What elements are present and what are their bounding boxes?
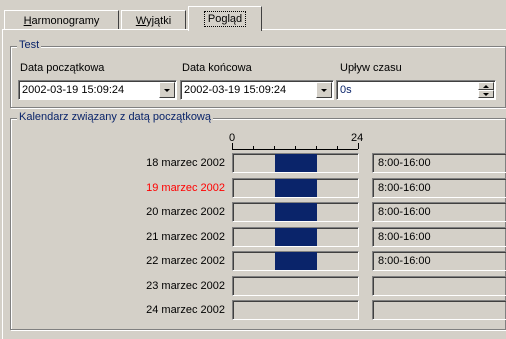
end-date-dropdown-button[interactable]: [316, 82, 332, 98]
tab-podglad-label: Pogląd: [203, 11, 247, 27]
elapsed-spinner[interactable]: 0s: [336, 80, 496, 100]
end-date-combo[interactable]: 2002-03-19 15:09:24: [180, 80, 334, 100]
tab-harmonogramy-label: Harmonogramy: [23, 14, 100, 27]
scale-tick: [295, 146, 296, 149]
calendar-row-hours: 8:00-16:00: [372, 227, 506, 247]
calendar-day-bar: [232, 178, 359, 198]
work-hours-fill: [275, 252, 317, 270]
work-hours-fill: [275, 154, 317, 172]
elapsed-value: 0s: [340, 84, 352, 96]
tab-wyjatki[interactable]: Wyjątki: [121, 10, 186, 30]
start-date-label: Data początkowa: [20, 62, 105, 74]
calendar-day-bar: [232, 300, 359, 320]
tab-wyjatki-label: Wyjątki: [135, 14, 172, 27]
calendar-row-hours: 8:00-16:00: [372, 178, 506, 198]
calendar-row-date: 20 marzec 2002: [146, 206, 225, 218]
calendar-row-hours: [372, 276, 506, 296]
spin-down-icon[interactable]: [478, 90, 494, 98]
calendar-row-date: 23 marzec 2002: [146, 280, 225, 292]
scale-tick: [232, 143, 233, 149]
start-date-dropdown-button[interactable]: [159, 82, 175, 98]
elapsed-spin-buttons[interactable]: [478, 82, 494, 98]
calendar-day-bar: [232, 276, 359, 296]
scale-tick: [358, 143, 359, 149]
calendar-row-hours: 8:00-16:00: [372, 202, 506, 222]
calendar-row-date: 21 marzec 2002: [146, 231, 225, 243]
test-group-title: Test: [17, 39, 42, 51]
start-date-combo[interactable]: 2002-03-19 15:09:24: [18, 80, 177, 100]
scale-tick: [274, 146, 275, 149]
spin-up-icon[interactable]: [478, 82, 494, 90]
calendar-row-date: 24 marzec 2002: [146, 304, 225, 316]
scale-tick: [253, 146, 254, 149]
calendar-row-date: 18 marzec 2002: [146, 157, 225, 169]
work-hours-fill: [275, 228, 317, 246]
calendar-row-hours: 8:00-16:00: [372, 153, 506, 173]
start-date-value: 2002-03-19 15:09:24: [22, 84, 125, 96]
calendar-row-date: 22 marzec 2002: [146, 255, 225, 267]
work-hours-fill: [275, 203, 317, 221]
calendar-row-hours: [372, 300, 506, 320]
calendar-row-date: 19 marzec 2002: [146, 182, 225, 194]
calendar-day-bar: [232, 251, 359, 271]
calendar-day-bar: [232, 153, 359, 173]
elapsed-label: Upływ czasu: [340, 62, 402, 74]
calendar-group-title: Kalendarz związany z datą początkową: [17, 111, 213, 123]
work-hours-fill: [275, 179, 317, 197]
chevron-down-icon: [321, 88, 327, 92]
end-date-value: 2002-03-19 15:09:24: [184, 84, 287, 96]
tab-podglad[interactable]: Pogląd: [188, 6, 262, 31]
tab-harmonogramy[interactable]: Harmonogramy: [4, 10, 119, 30]
calendar-day-bar: [232, 202, 359, 222]
scale-tick: [316, 146, 317, 149]
scale-tick: [337, 146, 338, 149]
time-scale-axis: [232, 149, 358, 150]
end-date-label: Data końcowa: [182, 62, 252, 74]
calendar-row-hours: 8:00-16:00: [372, 251, 506, 271]
calendar-day-bar: [232, 227, 359, 247]
chevron-down-icon: [164, 88, 170, 92]
